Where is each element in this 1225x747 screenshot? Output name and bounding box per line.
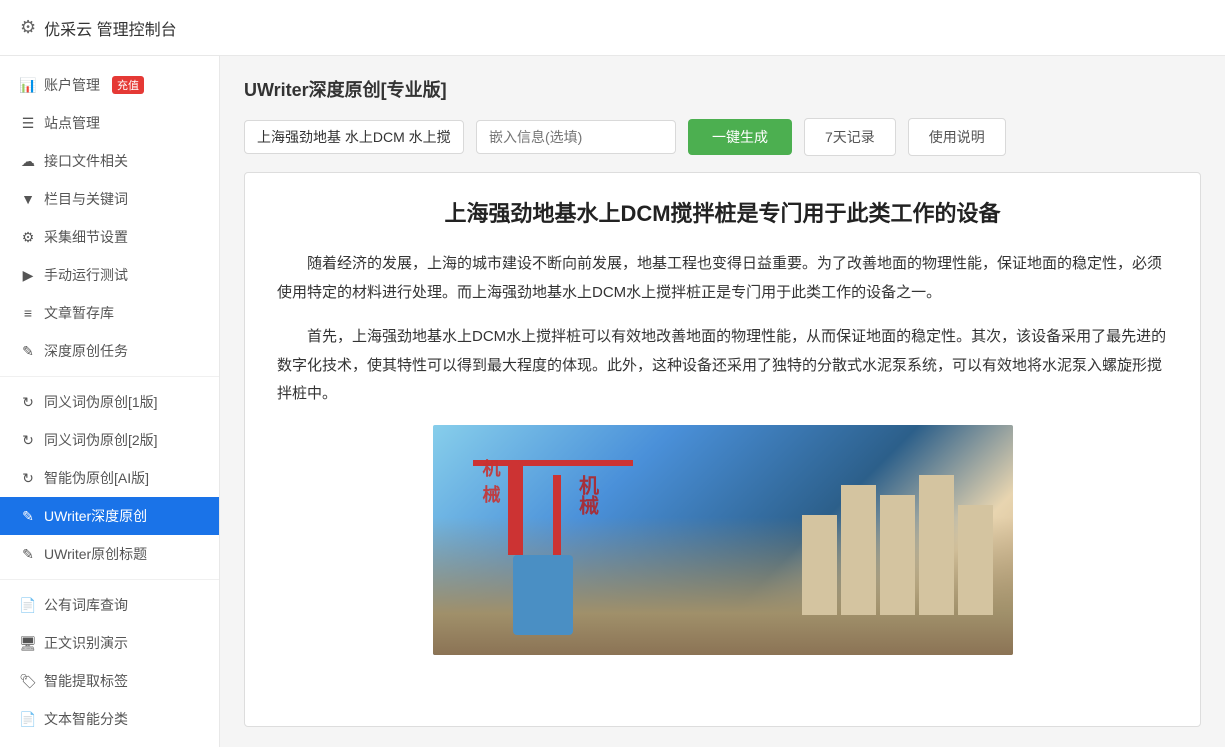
help-button[interactable]: 使用说明 bbox=[908, 118, 1006, 156]
sidebar-item-label: 接口文件相关 bbox=[44, 151, 128, 171]
page-title: UWriter深度原创[专业版] bbox=[244, 76, 1201, 102]
keywords-input[interactable] bbox=[244, 120, 464, 154]
sidebar-item-site[interactable]: ☰ 站点管理 bbox=[0, 104, 219, 142]
sidebar-divider-1 bbox=[0, 376, 219, 377]
drill-rod bbox=[508, 465, 523, 555]
sidebar-item-label: 同义词伪原创[1版] bbox=[44, 392, 158, 412]
sidebar-item-label: 栏目与关键词 bbox=[44, 189, 128, 209]
sidebar-item-column[interactable]: ▼ 栏目与关键词 bbox=[0, 180, 219, 218]
machine-text: 机械 bbox=[573, 475, 601, 515]
tag-icon: 🏷 bbox=[20, 673, 36, 689]
building-group bbox=[802, 475, 993, 615]
sidebar-item-uwriter[interactable]: ✎ UWriter深度原创 bbox=[0, 497, 219, 535]
sidebar-item-label: 深度原创任务 bbox=[44, 341, 128, 361]
main-content: UWriter深度原创[专业版] 一键生成 7天记录 使用说明 上海强劲地基水上… bbox=[220, 56, 1225, 747]
sidebar-divider-2 bbox=[0, 579, 219, 580]
sidebar-item-label: 站点管理 bbox=[44, 113, 100, 133]
article-scroll[interactable]: 上海强劲地基水上DCM搅拌桩是专门用于此类工作的设备 随着经济的发展，上海的城市… bbox=[245, 173, 1200, 726]
recharge-badge: 充值 bbox=[112, 76, 144, 94]
toolbar: 一键生成 7天记录 使用说明 bbox=[244, 118, 1201, 156]
doc-icon: 📄 bbox=[20, 711, 36, 727]
article-image: 机械 bbox=[433, 425, 1013, 655]
sidebar-item-collect[interactable]: ⚙ 采集细节设置 bbox=[0, 218, 219, 256]
sidebar-item-deep-original[interactable]: ✎ 深度原创任务 bbox=[0, 332, 219, 370]
sidebar-item-label: 采集细节设置 bbox=[44, 227, 128, 247]
sidebar-item-label: UWriter原创标题 bbox=[44, 544, 147, 564]
app-name: 优采云 管理控制台 bbox=[44, 16, 176, 40]
cloud-icon: ☁ bbox=[20, 153, 36, 169]
sidebar-item-label: 手动运行测试 bbox=[44, 265, 128, 285]
app-header: ⚙ 优采云 管理控制台 bbox=[0, 0, 1225, 56]
sidebar-section-2: ↻ 同义词伪原创[1版] ↻ 同义词伪原创[2版] ↻ 智能伪原创[AI版] ✎… bbox=[0, 383, 219, 573]
sidebar-item-label: 账户管理 bbox=[44, 75, 100, 95]
refresh-icon: ↻ bbox=[20, 394, 36, 410]
edit-icon: ✎ bbox=[20, 508, 36, 524]
list-icon: ☰ bbox=[20, 115, 36, 131]
sidebar-item-label: 智能提取标签 bbox=[44, 671, 128, 691]
sidebar-item-company-dict[interactable]: 📄 公有词库查询 bbox=[0, 586, 219, 624]
sidebar-section-1: 📊 账户管理 充值 ☰ 站点管理 ☁ 接口文件相关 ▼ 栏目与关键词 ⚙ 采集细… bbox=[0, 66, 219, 370]
building-5 bbox=[958, 505, 993, 615]
history-button[interactable]: 7天记录 bbox=[804, 118, 896, 156]
edit-icon: ✎ bbox=[20, 343, 36, 359]
article-title: 上海强劲地基水上DCM搅拌桩是专门用于此类工作的设备 bbox=[277, 197, 1168, 230]
play-icon: ▶ bbox=[20, 267, 36, 283]
sidebar-item-label: 同义词伪原创[2版] bbox=[44, 430, 158, 450]
embed-input[interactable] bbox=[476, 120, 676, 154]
gear-icon: ⚙ bbox=[20, 17, 36, 38]
edit-icon: ✎ bbox=[20, 546, 36, 562]
generate-button[interactable]: 一键生成 bbox=[688, 119, 792, 155]
sidebar: 📊 账户管理 充值 ☰ 站点管理 ☁ 接口文件相关 ▼ 栏目与关键词 ⚙ 采集细… bbox=[0, 56, 220, 747]
monitor-icon: 🖥 bbox=[20, 635, 36, 651]
sidebar-item-classify[interactable]: 📄 文本智能分类 bbox=[0, 700, 219, 738]
sidebar-item-label: 文章暂存库 bbox=[44, 303, 114, 323]
sidebar-item-label: 正文识别演示 bbox=[44, 633, 128, 653]
chart-icon: 📊 bbox=[20, 77, 36, 93]
building-2 bbox=[841, 485, 876, 615]
crane-arm bbox=[473, 460, 633, 466]
sidebar-item-uwriter-title[interactable]: ✎ UWriter原创标题 bbox=[0, 535, 219, 573]
sidebar-item-recognition[interactable]: 🖥 正文识别演示 bbox=[0, 624, 219, 662]
filter-icon: ▼ bbox=[20, 191, 36, 207]
sidebar-item-label: UWriter深度原创 bbox=[44, 506, 147, 526]
sidebar-item-label: 智能伪原创[AI版] bbox=[44, 468, 149, 488]
building-4 bbox=[919, 475, 954, 615]
refresh-icon: ↻ bbox=[20, 432, 36, 448]
building-3 bbox=[880, 495, 915, 615]
sidebar-item-synonym2[interactable]: ↻ 同义词伪原创[2版] bbox=[0, 421, 219, 459]
sidebar-item-synonym1[interactable]: ↻ 同义词伪原创[1版] bbox=[0, 383, 219, 421]
sidebar-item-ai[interactable]: ↻ 智能伪原创[AI版] bbox=[0, 459, 219, 497]
sidebar-item-account[interactable]: 📊 账户管理 充值 bbox=[0, 66, 219, 104]
doc-icon: 📄 bbox=[20, 597, 36, 613]
article-paragraph-1: 随着经济的发展，上海的城市建设不断向前发展，地基工程也变得日益重要。为了改善地面… bbox=[277, 250, 1168, 307]
sidebar-item-label: 文本智能分类 bbox=[44, 709, 128, 729]
sidebar-section-3: 📄 公有词库查询 🖥 正文识别演示 🏷 智能提取标签 📄 文本智能分类 bbox=[0, 586, 219, 738]
sidebar-item-tags[interactable]: 🏷 智能提取标签 bbox=[0, 662, 219, 700]
building-1 bbox=[802, 515, 837, 615]
sidebar-item-manual[interactable]: ▶ 手动运行测试 bbox=[0, 256, 219, 294]
refresh-icon: ↻ bbox=[20, 470, 36, 486]
sidebar-item-interface[interactable]: ☁ 接口文件相关 bbox=[0, 142, 219, 180]
main-layout: 📊 账户管理 充值 ☰ 站点管理 ☁ 接口文件相关 ▼ 栏目与关键词 ⚙ 采集细… bbox=[0, 56, 1225, 747]
sidebar-item-draft[interactable]: ≡ 文章暂存库 bbox=[0, 294, 219, 332]
article-container: 上海强劲地基水上DCM搅拌桩是专门用于此类工作的设备 随着经济的发展，上海的城市… bbox=[244, 172, 1201, 727]
settings-icon: ⚙ bbox=[20, 229, 36, 245]
machine-body bbox=[513, 555, 573, 635]
header-title: ⚙ 优采云 管理控制台 bbox=[20, 16, 177, 40]
stack-icon: ≡ bbox=[20, 305, 36, 321]
article-paragraph-2: 首先，上海强劲地基水上DCM水上搅拌桩可以有效地改善地面的物理性能，从而保证地面… bbox=[277, 323, 1168, 409]
sidebar-item-label: 公有词库查询 bbox=[44, 595, 128, 615]
